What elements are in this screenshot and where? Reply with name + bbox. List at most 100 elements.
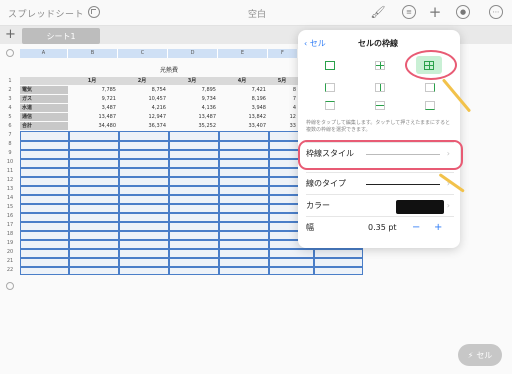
table-cell[interactable]: 9,721 <box>68 95 118 103</box>
column-header-e[interactable]: E <box>218 49 268 58</box>
table-resize-handle[interactable] <box>6 282 14 290</box>
left-border-icon <box>325 82 335 92</box>
cell-actions-button[interactable]: ⚡ セル <box>458 344 502 366</box>
plus-icon[interactable]: + <box>428 3 442 21</box>
row-header[interactable]: 21 <box>4 257 16 265</box>
row-header[interactable]: 11 <box>4 167 16 175</box>
table-cell[interactable]: 13,842 <box>218 113 268 121</box>
row-header[interactable]: 13 <box>4 185 16 193</box>
table-cell[interactable]: 8 <box>268 86 298 94</box>
row-header[interactable]: 18 <box>4 230 16 238</box>
column-header-b[interactable]: B <box>68 49 118 58</box>
row-header[interactable]: 22 <box>4 266 16 274</box>
cell-e1[interactable]: 4月 <box>218 77 268 85</box>
chevron-right-icon: › <box>446 201 450 210</box>
table-cell[interactable]: 3,948 <box>218 104 268 112</box>
popover-title: セルの枠線 <box>358 39 398 48</box>
row-header[interactable]: 4 <box>4 104 16 112</box>
table-cell[interactable]: 12,947 <box>118 113 168 121</box>
table-cell[interactable]: 7 <box>268 95 298 103</box>
row-header[interactable]: 3 <box>4 95 16 103</box>
line-type-row[interactable]: 線のタイプ › <box>306 172 454 194</box>
table-title-cell[interactable]: 光熱費 <box>160 65 178 74</box>
border-top-button[interactable] <box>320 98 340 112</box>
table-cell[interactable]: 34,480 <box>68 122 118 130</box>
table-cell[interactable]: 4,136 <box>168 104 218 112</box>
top-border-icon <box>325 100 335 110</box>
row-header[interactable]: 6 <box>4 122 16 130</box>
paintbrush-icon[interactable]: 🖌 <box>370 5 385 19</box>
cell-c1[interactable]: 2月 <box>118 77 168 85</box>
list-icon[interactable]: ≡ <box>402 5 416 19</box>
table-cell[interactable]: 3,487 <box>68 104 118 112</box>
row-header[interactable]: 20 <box>4 248 16 256</box>
table-row-label[interactable]: 合計 <box>20 122 68 130</box>
border-right-button[interactable] <box>420 80 440 94</box>
row-header[interactable]: 10 <box>4 158 16 166</box>
cell-f1[interactable]: 5月 <box>268 77 298 85</box>
width-stepper: 0.35 pt − + <box>368 217 454 239</box>
cell-a1[interactable] <box>20 77 68 85</box>
column-header-f[interactable]: F <box>268 49 298 58</box>
border-inner-button[interactable] <box>370 58 390 72</box>
outline-border-icon <box>325 60 335 70</box>
table-select-handle[interactable] <box>6 49 14 57</box>
table-row-label[interactable]: ガス <box>20 95 68 103</box>
add-sheet-button[interactable]: + <box>5 27 16 42</box>
table-cell[interactable]: 35,252 <box>168 122 218 130</box>
table-cell[interactable]: 13,487 <box>68 113 118 121</box>
table-cell[interactable]: 8,196 <box>218 95 268 103</box>
more-icon[interactable]: ⋯ <box>489 5 503 19</box>
table-cell[interactable]: 10,457 <box>118 95 168 103</box>
row-header[interactable]: 17 <box>4 221 16 229</box>
table-cell[interactable]: 36,374 <box>118 122 168 130</box>
row-header[interactable]: 2 <box>4 86 16 94</box>
table-cell[interactable]: 4 <box>268 104 298 112</box>
column-header-c[interactable]: C <box>118 49 168 58</box>
table-cell[interactable]: 13,487 <box>168 113 218 121</box>
table-row-label[interactable]: 電気 <box>20 86 68 94</box>
spreadsheets-back-link[interactable]: スプレッドシート <box>8 7 84 20</box>
table-cell[interactable]: 33 <box>268 122 298 130</box>
row-header[interactable]: 12 <box>4 176 16 184</box>
row-header[interactable]: 5 <box>4 113 16 121</box>
row-header[interactable]: 9 <box>4 149 16 157</box>
border-left-button[interactable] <box>320 80 340 94</box>
table-cell[interactable]: 8,754 <box>118 86 168 94</box>
right-border-icon <box>425 82 435 92</box>
row-header[interactable]: 8 <box>4 140 16 148</box>
table-cell[interactable]: 7,421 <box>218 86 268 94</box>
document-title[interactable]: 空白 <box>248 7 266 20</box>
tab-sheet-1[interactable]: シート1 <box>22 28 100 44</box>
table-cell[interactable]: 7,785 <box>68 86 118 94</box>
border-vertical-button[interactable] <box>370 80 390 94</box>
border-outline-button[interactable] <box>320 58 340 72</box>
column-header-d[interactable]: D <box>168 49 218 58</box>
border-bottom-button[interactable] <box>420 98 440 112</box>
width-decrease-button[interactable]: − <box>412 217 420 239</box>
collaborate-icon[interactable]: ● <box>456 5 470 19</box>
width-increase-button[interactable]: + <box>434 217 442 239</box>
table-cell[interactable]: 33,407 <box>218 122 268 130</box>
table-row-label[interactable]: 水道 <box>20 104 68 112</box>
row-header[interactable]: 1 <box>4 77 16 85</box>
table-cell[interactable]: 7,895 <box>168 86 218 94</box>
table-cell[interactable]: 4,216 <box>118 104 168 112</box>
row-header[interactable]: 7 <box>4 131 16 139</box>
cell-d1[interactable]: 3月 <box>168 77 218 85</box>
table-cell[interactable]: 9,734 <box>168 95 218 103</box>
color-swatch[interactable] <box>396 200 444 214</box>
table-row-label[interactable]: 通信 <box>20 113 68 121</box>
row-header[interactable]: 16 <box>4 212 16 220</box>
cell-b1[interactable]: 1月 <box>68 77 118 85</box>
table-cell[interactable]: 12 <box>268 113 298 121</box>
column-header-a[interactable]: A <box>20 49 68 58</box>
color-row[interactable]: カラー › <box>306 194 454 216</box>
row-header[interactable]: 19 <box>4 239 16 247</box>
row-header[interactable]: 15 <box>4 203 16 211</box>
border-horizontal-button[interactable] <box>370 98 390 112</box>
row-header[interactable]: 14 <box>4 194 16 202</box>
border-line <box>20 248 363 250</box>
undo-icon[interactable] <box>88 6 100 18</box>
back-to-cell-button[interactable]: ‹ セル <box>304 38 326 49</box>
